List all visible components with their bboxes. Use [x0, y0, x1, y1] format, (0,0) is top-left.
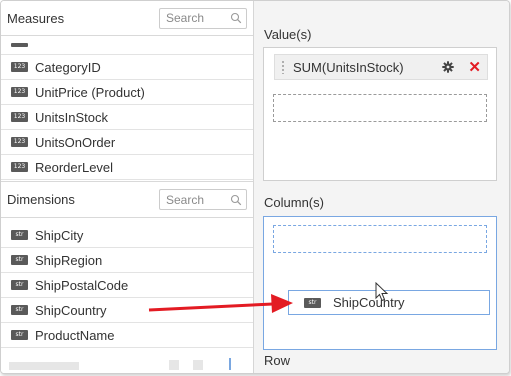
- next-section-header-partial: [1, 356, 253, 373]
- fields-panel: Measures 123 CategoryID 123 UnitPrice (P…: [1, 1, 254, 373]
- dimension-item-label: ShipPostalCode: [35, 277, 129, 293]
- string-badge-icon: str: [11, 230, 28, 240]
- dimensions-header: Dimensions: [1, 181, 253, 218]
- measures-title: Measures: [7, 10, 65, 26]
- measure-item-unitsonorder[interactable]: 123 UnitsOnOrder: [1, 130, 253, 155]
- drag-handle-icon[interactable]: [281, 60, 285, 74]
- values-drop-placeholder: [273, 94, 487, 122]
- measure-item-label: UnitPrice (Product): [35, 84, 145, 100]
- measure-item-label: ReorderLevel: [35, 159, 114, 175]
- search-icon[interactable]: [230, 12, 242, 24]
- string-badge-icon: str: [304, 297, 321, 308]
- mouse-cursor-icon: [375, 282, 389, 302]
- gear-icon[interactable]: [442, 61, 455, 73]
- dimensions-search[interactable]: [159, 189, 247, 210]
- number-badge-icon: 123: [11, 137, 28, 147]
- list-item-partial[interactable]: [1, 36, 253, 55]
- dimension-item-shipcity[interactable]: str ShipCity: [1, 223, 253, 248]
- measure-item-reorderlevel[interactable]: 123 ReorderLevel: [1, 155, 253, 180]
- number-badge-icon: 123: [11, 162, 28, 172]
- drop-zones-panel: Value(s) SUM(UnitsInStock) ✕ Column(s) R…: [254, 1, 509, 373]
- dimension-item-shipcountry[interactable]: str ShipCountry: [1, 298, 253, 323]
- measures-search[interactable]: [159, 7, 247, 29]
- dimension-item-shippostalcode[interactable]: str ShipPostalCode: [1, 273, 253, 298]
- string-badge-icon: str: [11, 280, 28, 290]
- measures-header: Measures: [1, 1, 253, 36]
- dimension-item-shipregion[interactable]: str ShipRegion: [1, 248, 253, 273]
- number-badge-icon: 123: [11, 112, 28, 122]
- dimension-item-productname[interactable]: str ProductName: [1, 323, 253, 348]
- cut-off-icon: [193, 360, 203, 370]
- string-badge-icon: str: [11, 305, 28, 315]
- columns-drop-placeholder: [273, 225, 487, 253]
- app-frame: Measures 123 CategoryID 123 UnitPrice (P…: [0, 0, 510, 374]
- dimensions-search-input[interactable]: [166, 192, 230, 207]
- values-drop-box[interactable]: SUM(UnitsInStock) ✕: [263, 47, 497, 181]
- dimension-item-label: ProductName: [35, 327, 115, 343]
- number-badge-icon: 123: [11, 62, 28, 72]
- measure-item-label: UnitsOnOrder: [35, 134, 116, 150]
- string-badge-icon: str: [11, 330, 28, 340]
- string-badge-icon: str: [11, 255, 28, 265]
- columns-title: Column(s): [264, 195, 324, 210]
- measure-item-label: UnitsInStock: [35, 109, 108, 125]
- close-icon[interactable]: ✕: [468, 60, 481, 75]
- measure-item-categoryid[interactable]: 123 CategoryID: [1, 55, 253, 80]
- measures-search-input[interactable]: [166, 11, 230, 25]
- search-icon[interactable]: [230, 194, 242, 206]
- measure-item-label: CategoryID: [35, 59, 101, 75]
- dimension-item-label: ShipRegion: [35, 252, 103, 268]
- value-pill[interactable]: SUM(UnitsInStock) ✕: [274, 54, 488, 80]
- dimensions-title: Dimensions: [7, 192, 75, 207]
- number-badge-icon: 123: [11, 87, 28, 97]
- cut-off-title: [9, 362, 79, 370]
- value-pill-label: SUM(UnitsInStock): [293, 59, 404, 75]
- measure-item-unitsinstock[interactable]: 123 UnitsInStock: [1, 105, 253, 130]
- row-title: Row: [264, 353, 291, 368]
- cut-off-icon: [169, 360, 179, 370]
- dragged-item-label: ShipCountry: [333, 295, 405, 310]
- number-badge-icon: [11, 43, 28, 47]
- measure-item-unitprice[interactable]: 123 UnitPrice (Product): [1, 80, 253, 105]
- values-title: Value(s): [264, 27, 312, 42]
- dimension-item-label: ShipCountry: [35, 302, 107, 318]
- dimension-item-label: ShipCity: [35, 227, 84, 243]
- cut-off-divider: [229, 358, 231, 370]
